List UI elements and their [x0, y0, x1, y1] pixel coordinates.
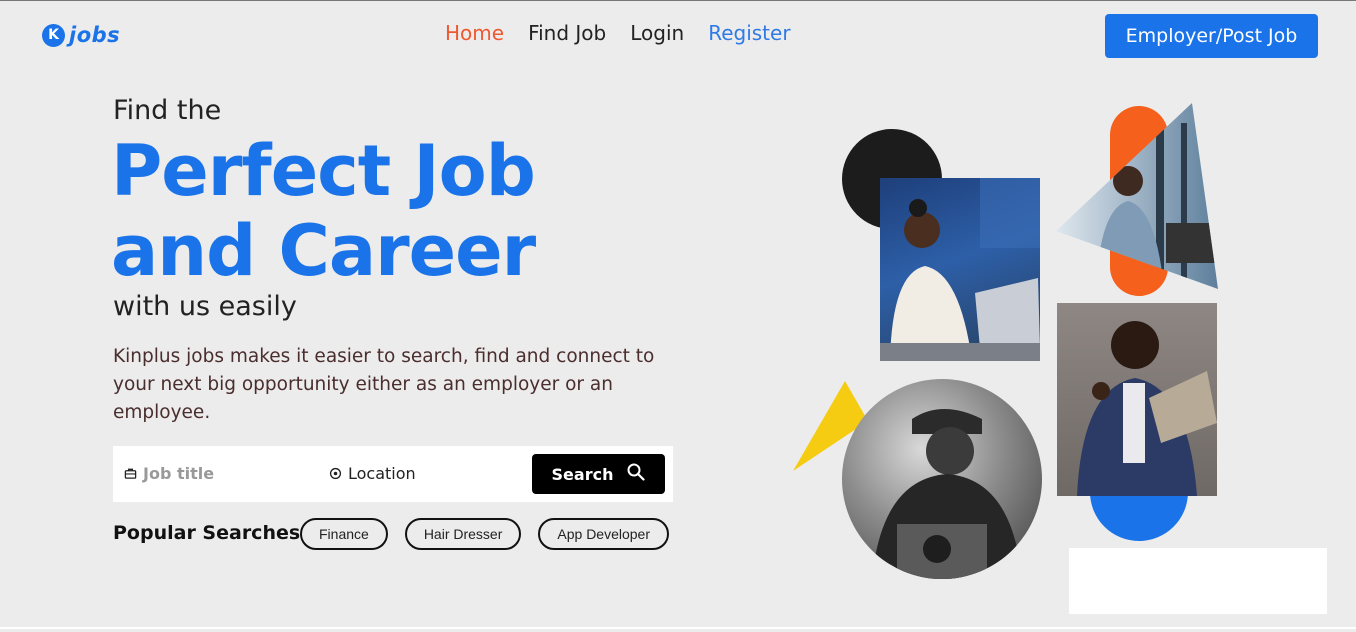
employer-post-job-button[interactable]: Employer/Post Job: [1105, 14, 1318, 58]
hero-pretitle: Find the: [113, 95, 222, 126]
briefcase-icon: [124, 467, 137, 480]
location-field[interactable]: Location: [329, 464, 416, 483]
hero-subtitle: with us easily: [113, 291, 297, 322]
search-icon: [627, 463, 646, 485]
nav-home[interactable]: Home: [445, 21, 504, 45]
search-bar: Job title Location Search: [113, 446, 673, 502]
search-button[interactable]: Search: [532, 454, 665, 494]
photo-man-desk: [1056, 103, 1218, 289]
hero-description: Kinplus jobs makes it easier to search, …: [113, 346, 655, 423]
logo-mark: K: [42, 23, 65, 47]
search-button-label: Search: [551, 464, 614, 484]
hero-title-line1: Perfect Job: [111, 130, 536, 212]
popular-chip-hair-dresser[interactable]: Hair Dresser: [404, 518, 522, 550]
photo-woman-tablet: [1057, 303, 1217, 496]
location-input[interactable]: Location: [348, 464, 416, 483]
nav-find-job[interactable]: Find Job: [528, 21, 606, 45]
popular-searches-label: Popular Searches: [113, 522, 301, 544]
job-title-input[interactable]: Job title: [143, 464, 214, 483]
photo-mechanic: [842, 379, 1042, 579]
location-pin-icon: [329, 467, 342, 480]
nav-login[interactable]: Login: [630, 21, 684, 45]
job-title-field[interactable]: Job title: [124, 464, 214, 483]
nav-register[interactable]: Register: [708, 21, 790, 45]
hero-title-line2: and Career: [111, 210, 536, 292]
popular-chip-app-developer[interactable]: App Developer: [538, 518, 670, 550]
photo-woman-laptop: [880, 178, 1040, 361]
popular-chip-finance[interactable]: Finance: [300, 518, 388, 550]
main-nav: Home Find Job Login Register: [445, 21, 791, 45]
logo[interactable]: K jobs: [42, 23, 120, 47]
popular-searches-list: Finance Hair Dresser App Developer: [300, 518, 670, 550]
hero-title: Perfect Job and Career: [111, 130, 536, 292]
white-card: [1069, 548, 1327, 614]
bottom-divider: [0, 627, 1356, 629]
logo-text: jobs: [69, 23, 121, 47]
